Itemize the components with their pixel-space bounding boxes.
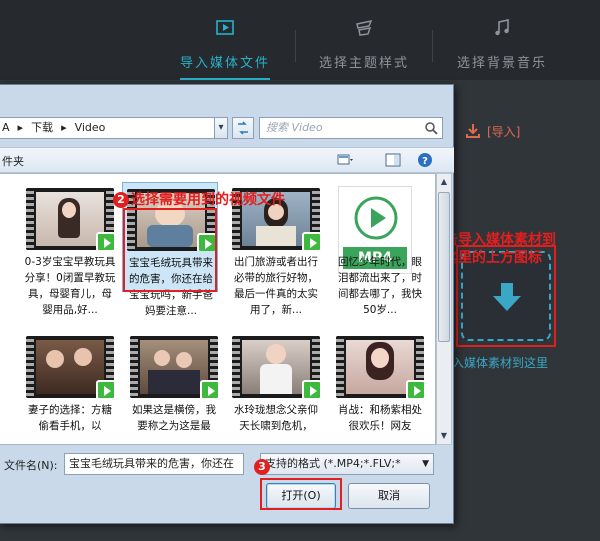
file-name: 回忆少年时代，眼泪都流出来了，时间都去哪了，我快50岁... [338, 256, 422, 316]
view-options-icon[interactable] [336, 152, 354, 168]
dialog-toolbar: 件夹 ? [0, 147, 454, 173]
video-file-icon [200, 380, 218, 398]
filetype-select[interactable]: 支持的格式 (*.MP4;*.FLV;* ▼ [260, 453, 434, 475]
search-placeholder: 搜索 Video [266, 121, 323, 134]
dropzone-label: 入媒体素材到这里 [452, 356, 549, 370]
search-input[interactable]: 搜索 Video [259, 117, 443, 139]
file-item[interactable]: 肖战：和杨紫相处很欢乐！网友 [332, 330, 428, 440]
theme-style-icon [356, 19, 373, 36]
music-note-icon [495, 19, 509, 36]
file-item[interactable]: MP4 回忆少年时代，眼泪都流出来了，时间都去哪了，我快50岁... [332, 182, 428, 316]
import-download-icon [466, 124, 480, 138]
video-thumbnail [26, 188, 114, 250]
top-navigation: 导入媒体文件 选择主题样式 选择背景音乐 [0, 0, 600, 80]
breadcrumb-item[interactable]: A [2, 121, 10, 134]
file-item[interactable]: 0-3岁宝宝早教玩具分享！0闭置早教玩具，母婴育儿，母婴用品,好... [22, 182, 118, 316]
chevron-down-icon: ▼ [422, 459, 429, 469]
file-name: 0-3岁宝宝早教玩具分享！0闭置早教玩具，母婴育儿，母婴用品,好... [24, 256, 116, 316]
refresh-button[interactable] [232, 117, 254, 139]
file-list: 0-3岁宝宝早教玩具分享！0闭置早教玩具，母婴育儿，母婴用品,好... 宝宝毛绒… [0, 173, 436, 445]
tab-import-media[interactable]: 导入媒体文件 [155, 0, 295, 80]
video-thumbnail [232, 336, 320, 398]
search-icon [425, 122, 438, 135]
breadcrumb[interactable]: A ▸ 下载 ▸ Video [0, 117, 228, 139]
file-open-dialog: A ▸ 下载 ▸ Video ▾ 搜索 Video 件夹 ? 0-3岁宝宝早教玩具分享！… [0, 84, 454, 524]
play-circle-icon [354, 196, 398, 240]
scroll-down-arrow[interactable]: ▼ [437, 428, 451, 444]
file-name: 肖战：和杨紫相处很欢乐！网友 [338, 404, 422, 432]
breadcrumb-separator: ▸ [61, 121, 67, 134]
filename-label: 文件名(N): [4, 459, 58, 472]
tab-theme-style[interactable]: 选择主题样式 [294, 0, 434, 80]
scrollbar-thumb[interactable] [438, 192, 450, 342]
file-item[interactable]: 如果这是横傍，我要称之为这是最 [126, 330, 222, 440]
file-name: 妻子的选择：方糖偷看手机，以 [28, 404, 112, 432]
annotation-step2-text: 选择需要用到的视频文件 [131, 192, 285, 208]
breadcrumb-item[interactable]: Video [75, 121, 106, 134]
address-row: A ▸ 下载 ▸ Video ▾ 搜索 Video [0, 117, 454, 141]
file-name: 出门旅游或者出行必带的旅行好物，最后一件真的太实用了，新... [234, 256, 318, 316]
annotation-step2-number: 2 [113, 192, 129, 208]
video-thumbnail [26, 336, 114, 398]
file-name: 水玲珑想念父亲仰天长啸到危机， [234, 404, 318, 432]
video-file-icon [406, 380, 424, 398]
annotation-highlight-open [260, 478, 342, 510]
scroll-up-arrow[interactable]: ▲ [437, 174, 451, 190]
tab-label: 选择背景音乐 [456, 56, 547, 71]
dialog-footer: 文件名(N): 宝宝毛绒玩具带来的危害，你还在 支持的格式 (*.MP4;*.F… [0, 449, 454, 519]
tab-background-music[interactable]: 选择背景音乐 [432, 0, 572, 80]
video-file-icon [96, 232, 114, 250]
annotation-step3-number: 3 [254, 459, 270, 475]
video-thumbnail [336, 336, 424, 398]
video-thumbnail [130, 336, 218, 398]
import-link-label: [导入] [487, 125, 521, 139]
filetype-value: 支持的格式 (*.MP4;*.FLV;* [265, 457, 401, 470]
media-import-icon [216, 20, 234, 35]
refresh-icon [238, 121, 248, 135]
breadcrumb-separator: ▸ [17, 121, 24, 134]
file-item[interactable]: 妻子的选择：方糖偷看手机，以 [22, 330, 118, 440]
import-link[interactable]: [导入] [465, 123, 520, 140]
annotation-highlight-file [123, 208, 217, 292]
video-file-icon [302, 232, 320, 250]
breadcrumb-item[interactable]: 下载 [31, 121, 53, 134]
tab-label: 选择主题样式 [318, 56, 409, 71]
video-file-icon [302, 380, 320, 398]
filename-input[interactable]: 宝宝毛绒玩具带来的危害，你还在 [64, 453, 244, 475]
help-icon[interactable]: ? [416, 152, 434, 168]
svg-text:?: ? [422, 156, 428, 167]
cancel-button[interactable]: 取消 [348, 483, 430, 509]
file-name: 如果这是横傍，我要称之为这是最 [132, 404, 216, 432]
tab-label: 导入媒体文件 [179, 56, 270, 71]
preview-pane-icon[interactable] [384, 152, 402, 168]
video-file-icon [96, 380, 114, 398]
vertical-scrollbar[interactable]: ▲ ▼ [436, 173, 452, 445]
file-item[interactable]: 水玲珑想念父亲仰天长啸到危机， [228, 330, 324, 440]
address-dropdown-button[interactable]: ▾ [214, 117, 228, 139]
new-folder-button[interactable]: 件夹 [2, 153, 24, 169]
annotation-step1-line2: 这里的上方图标 [444, 250, 542, 266]
